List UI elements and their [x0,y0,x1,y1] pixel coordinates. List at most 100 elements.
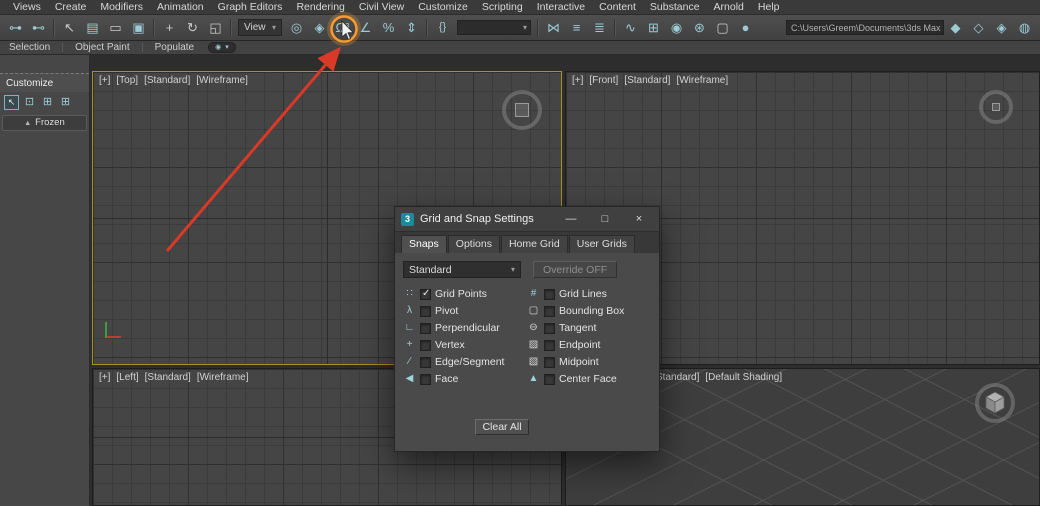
unlink-selection-icon[interactable]: ⊷ [28,17,49,38]
render-in-cloud-icon[interactable]: ◍ [1014,17,1035,38]
viewport-style-menu[interactable]: [Standard] [624,75,670,86]
menu-create[interactable]: Create [48,1,94,13]
midpoint-checkbox[interactable] [544,356,555,368]
menu-substance[interactable]: Substance [643,1,707,13]
menu-views[interactable]: Views [6,1,48,13]
select-and-rotate-icon[interactable]: ↻ [182,17,203,38]
pivot-checkbox[interactable] [420,305,431,317]
edit-named-selection-sets-icon[interactable]: {} [432,17,453,38]
face-checkbox[interactable] [420,373,431,385]
rendered-frame-window-icon[interactable]: ▢ [712,17,733,38]
menu-help[interactable]: Help [751,1,787,13]
viewport-plus-menu[interactable]: [+] [99,75,110,86]
capture-pill[interactable]: ◉ ▾ [208,42,236,53]
snap-option-midpoint[interactable]: ▧ Midpoint [527,356,651,368]
toolbar-tab-populate[interactable]: Populate [151,42,198,53]
viewport-plus-menu[interactable]: [+] [572,75,583,86]
menu-animation[interactable]: Animation [150,1,211,13]
bounding-box-checkbox[interactable] [544,305,555,317]
select-by-name-icon[interactable]: ▤ [82,17,103,38]
render-icon[interactable]: ● [735,17,756,38]
render-iterative-icon[interactable]: ◇ [968,17,989,38]
snaps-toggle-icon[interactable]: Ω³ [332,17,353,38]
rectangular-selection-region-icon[interactable]: ▭ [105,17,126,38]
dialog-titlebar[interactable]: 3 Grid and Snap Settings — □ × [395,207,659,232]
snap-option-center-face[interactable]: ▲ Center Face [527,373,651,385]
named-selection-sets-combo[interactable]: ▾ [457,20,531,35]
schematic-view-icon[interactable]: ⊞ [643,17,664,38]
viewport-style-menu[interactable]: [Standard] [144,75,190,86]
menu-content[interactable]: Content [592,1,643,13]
viewport-shading-menu[interactable]: [Wireframe] [197,372,249,383]
viewport-navigation-gizmo[interactable] [979,90,1013,124]
viewport-view-menu[interactable]: [Top] [116,75,138,86]
curve-editor-icon[interactable]: ∿ [620,17,641,38]
tab-user-grids[interactable]: User Grids [568,235,635,253]
align-icon[interactable]: ≡ [566,17,587,38]
close-button[interactable]: × [625,213,653,225]
menu-scripting[interactable]: Scripting [475,1,530,13]
angle-snap-toggle-icon[interactable]: ∠ [355,17,376,38]
viewport-shading-menu[interactable]: [Wireframe] [676,75,728,86]
menu-customize[interactable]: Customize [411,1,475,13]
viewport-navigation-gizmo[interactable] [975,383,1015,423]
viewport-shading-menu[interactable]: [Default Shading] [705,372,782,383]
snap-option-pivot[interactable]: λ Pivot [403,305,527,317]
activeshade-icon[interactable]: ◈ [991,17,1012,38]
toolbar-tab-selection[interactable]: Selection [5,42,54,53]
snap-option-tangent[interactable]: ⊖ Tangent [527,322,651,334]
snap-option-bounding-box[interactable]: ▢ Bounding Box [527,305,651,317]
toolbar-tab-object-paint[interactable]: Object Paint [71,42,133,53]
snap-option-face[interactable]: ◀ Face [403,373,527,385]
spinner-snap-toggle-icon[interactable]: ⇕ [401,17,422,38]
viewport-view-menu[interactable]: [Left] [116,372,138,383]
select-arrow-icon[interactable]: ↖ [4,95,19,110]
snap-option-edge-segment[interactable]: ∕ Edge/Segment [403,356,527,368]
menu-civil-view[interactable]: Civil View [352,1,411,13]
snap-preset-dropdown[interactable]: Standard ▾ [403,261,521,278]
percent-snap-toggle-icon[interactable]: % [378,17,399,38]
viewport-style-menu[interactable]: [Standard] [653,372,699,383]
list-view-icon[interactable]: ⊞ [58,95,73,110]
frozen-rollout-header[interactable]: ▲ Frozen [2,115,87,131]
tree-view-icon[interactable]: ⊞ [40,95,55,110]
maximize-button[interactable]: □ [591,213,619,225]
lock-icon[interactable]: ⊡ [22,95,37,110]
edge-segment-checkbox[interactable] [420,356,431,368]
tab-options[interactable]: Options [447,235,500,253]
viewport-shading-menu[interactable]: [Wireframe] [196,75,248,86]
snap-option-endpoint[interactable]: ▨ Endpoint [527,339,651,351]
window-crossing-icon[interactable]: ▣ [128,17,149,38]
vertex-checkbox[interactable] [420,339,431,351]
project-path-field[interactable]: C:\Users\Greem\Documents\3ds Max 2021 [786,20,944,35]
render-setup-icon[interactable]: ⊛ [689,17,710,38]
menu-rendering[interactable]: Rendering [289,1,351,13]
select-and-scale-icon[interactable]: ◱ [205,17,226,38]
menu-interactive[interactable]: Interactive [530,1,592,13]
clear-all-button[interactable]: Clear All [475,419,529,435]
material-editor-icon[interactable]: ◉ [666,17,687,38]
minimize-button[interactable]: — [557,213,585,225]
menu-graph-editors[interactable]: Graph Editors [211,1,290,13]
select-and-manipulate-icon[interactable]: ◈ [309,17,330,38]
select-and-link-icon[interactable]: ⊶ [5,17,26,38]
snap-option-grid-lines[interactable]: # Grid Lines [527,288,651,300]
snap-option-perpendicular[interactable]: ∟ Perpendicular [403,322,527,334]
perpendicular-checkbox[interactable] [420,322,431,334]
override-off-button[interactable]: Override OFF [533,261,618,278]
endpoint-checkbox[interactable] [544,339,555,351]
render-production-icon[interactable]: ◆ [945,17,966,38]
snap-option-vertex[interactable]: + Vertex [403,339,527,351]
snap-option-grid-points[interactable]: ∷ Grid Points [403,288,527,301]
tangent-checkbox[interactable] [544,322,555,334]
tab-snaps[interactable]: Snaps [401,235,447,253]
select-object-icon[interactable]: ↖ [59,17,80,38]
menu-arnold[interactable]: Arnold [707,1,751,13]
center-face-checkbox[interactable] [544,373,555,385]
viewport-navigation-gizmo[interactable] [502,90,542,130]
viewport-view-menu[interactable]: [Front] [589,75,618,86]
viewport-style-menu[interactable]: [Standard] [145,372,191,383]
viewport-plus-menu[interactable]: [+] [99,372,110,383]
grid-lines-checkbox[interactable] [544,288,555,300]
use-pivot-point-icon[interactable]: ◎ [286,17,307,38]
